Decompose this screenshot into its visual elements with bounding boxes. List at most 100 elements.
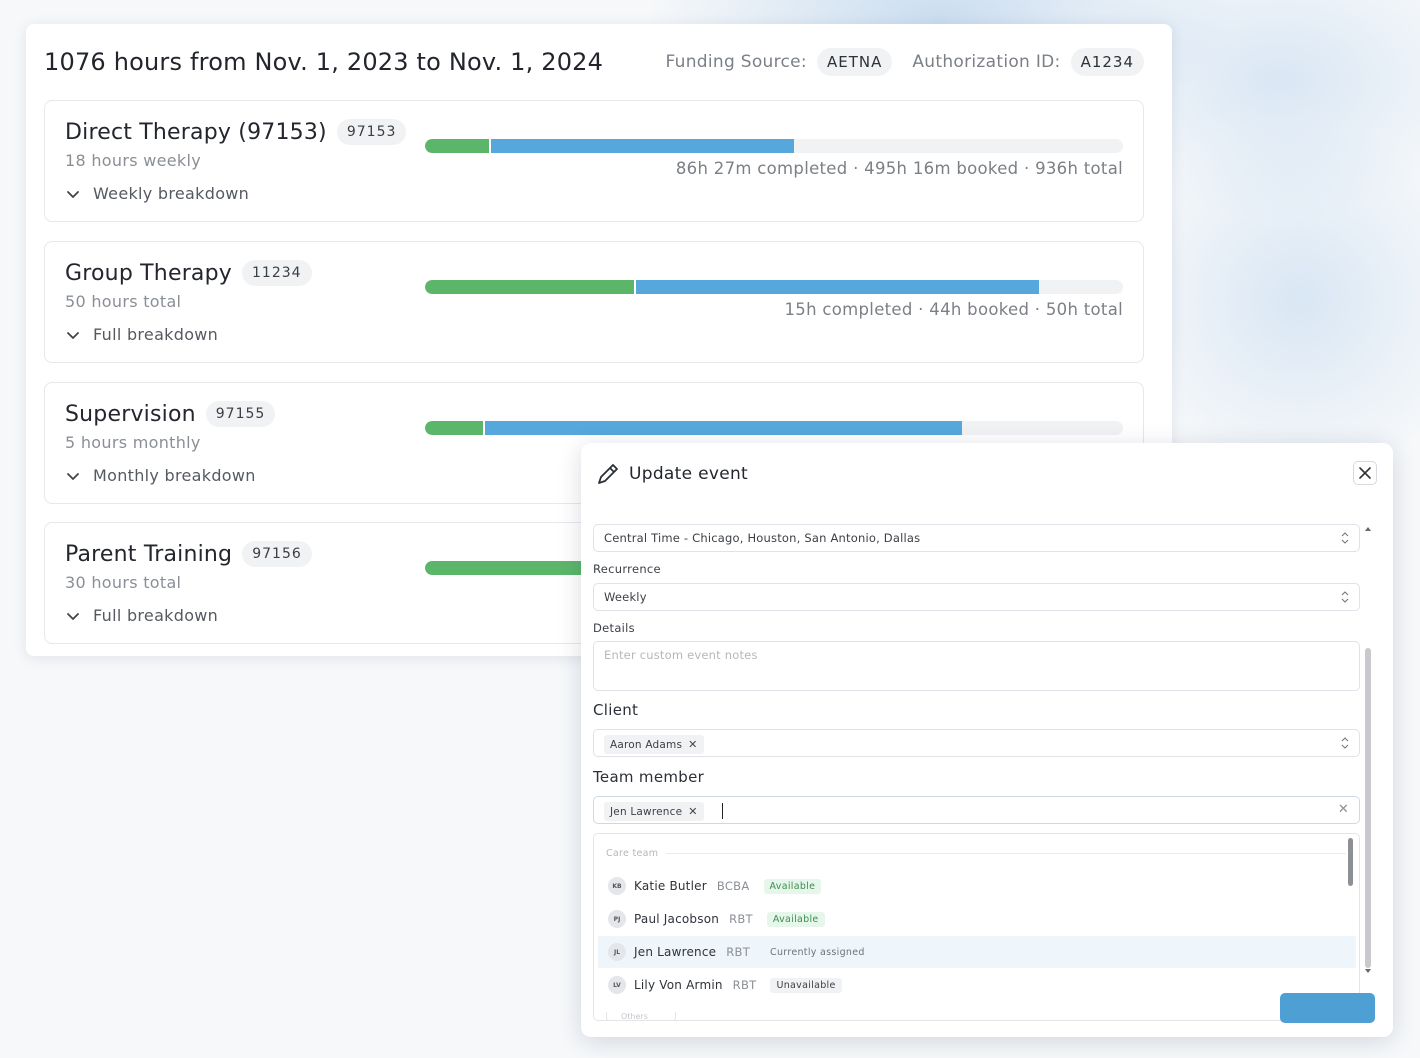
- breakdown-toggle[interactable]: Full breakdown: [65, 325, 218, 344]
- details-label: Details: [593, 621, 635, 635]
- service-stats: 15h completed · 44h booked · 50h total: [784, 300, 1123, 319]
- chevron-down-icon: [67, 190, 79, 198]
- service-frequency: 30 hours total: [65, 573, 182, 592]
- booked-segment: [634, 280, 1040, 294]
- person-name: Paul Jacobson: [634, 912, 720, 926]
- breakdown-toggle-label: Full breakdown: [93, 606, 219, 625]
- person-name: Jen Lawrence: [634, 945, 717, 959]
- modal-scrollbar-thumb[interactable]: [1365, 648, 1371, 968]
- completed-segment: [425, 421, 483, 435]
- dropdown-group-label: Care team: [606, 848, 1346, 859]
- dropdown-scrollbar[interactable]: [1348, 838, 1353, 886]
- service-code-badge: 97156: [242, 541, 312, 567]
- service-code-badge: 97153: [336, 119, 407, 145]
- team-member-dropdown: Care team KB Katie Butler BCBA Available…: [593, 833, 1360, 1021]
- breakdown-toggle[interactable]: Full breakdown: [65, 606, 218, 625]
- updown-icon: [1341, 737, 1349, 749]
- service-frequency: 50 hours total: [65, 292, 182, 311]
- team-option-selected[interactable]: JL Jen Lawrence RBT Currently assigned: [598, 936, 1356, 968]
- breakdown-toggle[interactable]: Weekly breakdown: [65, 184, 249, 203]
- service-direct-therapy: Direct Therapy (97153) 97153 18 hours wee…: [44, 100, 1144, 222]
- team-member-tag-label: Jen Lawrence: [610, 805, 683, 818]
- breakdown-toggle-label: Monthly breakdown: [93, 466, 256, 485]
- team-option[interactable]: KB Katie Butler BCBA Available: [598, 870, 1356, 902]
- authorization-id-label: Authorization ID:: [912, 52, 1061, 72]
- pencil-icon: [598, 464, 618, 484]
- client-tag: Aaron Adams ✕: [604, 735, 704, 754]
- recurrence-label: Recurrence: [593, 562, 661, 576]
- x-icon[interactable]: ✕: [688, 805, 697, 818]
- service-code-badge: 97155: [205, 401, 276, 427]
- modal-header: Update event: [595, 461, 748, 487]
- progress-bar: [425, 421, 1123, 435]
- service-name: Group Therapy: [65, 261, 232, 286]
- card-header: 1076 hours from Nov. 1, 2023 to Nov. 1, …: [44, 46, 1144, 82]
- status-badge: Currently assigned: [770, 946, 865, 958]
- person-role: BCBA: [716, 879, 750, 893]
- recurrence-value: Weekly: [604, 590, 647, 604]
- divider: [666, 853, 1346, 854]
- status-badge: Unavailable: [770, 977, 842, 993]
- recurrence-select[interactable]: Weekly: [593, 583, 1360, 611]
- group-label-text: Care team: [606, 848, 659, 859]
- details-placeholder: Enter custom event notes: [604, 648, 758, 662]
- avatar: KB: [608, 877, 626, 895]
- service-code-badge: 11234: [242, 260, 312, 286]
- funding-source-chip: AETNA: [816, 48, 893, 76]
- breakdown-toggle[interactable]: Monthly breakdown: [65, 466, 256, 485]
- authorization-id-chip: A1234: [1070, 48, 1144, 76]
- others-group-label: Others: [606, 1012, 676, 1020]
- updown-icon: [1341, 591, 1349, 603]
- details-textarea[interactable]: Enter custom event notes: [593, 641, 1360, 691]
- chevron-down-icon: [67, 612, 79, 620]
- authorization-title: 1076 hours from Nov. 1, 2023 to Nov. 1, …: [44, 48, 604, 76]
- progress-bar: [425, 139, 1123, 153]
- status-badge: Available: [763, 878, 822, 894]
- avatar: JL: [608, 943, 626, 961]
- service-name: Supervision: [65, 402, 196, 427]
- chevron-down-icon: [67, 472, 79, 480]
- avatar: LV: [608, 976, 626, 994]
- funding-source-label: Funding Source:: [665, 52, 807, 72]
- clear-icon[interactable]: ✕: [1338, 802, 1349, 817]
- timezone-select[interactable]: Central Time - Chicago, Houston, San Ant…: [593, 524, 1360, 552]
- service-stats: 86h 27m completed · 495h 16m booked · 93…: [675, 159, 1123, 178]
- breakdown-toggle-label: Weekly breakdown: [93, 184, 250, 203]
- avatar: PJ: [608, 910, 626, 928]
- authorization-meta: Funding Source: AETNA Authorization ID: …: [665, 48, 1144, 76]
- close-button[interactable]: [1353, 461, 1377, 485]
- person-name: Lily Von Armin: [634, 978, 723, 992]
- timezone-value: Central Time - Chicago, Houston, San Ant…: [604, 531, 921, 545]
- team-member-input[interactable]: Jen Lawrence ✕ ✕: [593, 796, 1360, 824]
- service-name: Parent Training: [65, 542, 233, 567]
- client-tag-label: Aaron Adams: [610, 738, 683, 751]
- team-member-tag: Jen Lawrence ✕: [604, 802, 704, 821]
- scroll-down-icon[interactable]: [1365, 969, 1371, 973]
- save-button[interactable]: [1280, 993, 1375, 1023]
- scroll-up-icon[interactable]: [1365, 527, 1371, 531]
- client-select[interactable]: Aaron Adams ✕: [593, 729, 1360, 757]
- x-icon[interactable]: ✕: [688, 738, 697, 751]
- team-member-label: Team member: [593, 768, 705, 786]
- text-cursor: [721, 803, 724, 819]
- completed-segment: [425, 139, 490, 153]
- team-option[interactable]: LV Lily Von Armin RBT Unavailable: [598, 969, 1356, 1001]
- service-group-therapy: Group Therapy 11234 50 hours total Full b…: [44, 241, 1144, 363]
- client-label: Client: [593, 701, 639, 719]
- update-event-modal: Update event Central Time - Chicago, Hou…: [581, 443, 1393, 1037]
- person-name: Katie Butler: [634, 879, 707, 893]
- booked-segment: [482, 421, 963, 435]
- service-name: Direct Therapy (97153): [65, 120, 327, 145]
- team-option[interactable]: PJ Paul Jacobson RBT Available: [598, 903, 1356, 935]
- person-role: RBT: [732, 978, 757, 992]
- person-role: RBT: [729, 912, 753, 926]
- booked-segment: [489, 139, 795, 153]
- chevron-down-icon: [67, 331, 79, 339]
- breakdown-toggle-label: Full breakdown: [93, 325, 219, 344]
- close-icon: [1359, 467, 1371, 479]
- modal-title: Update event: [629, 464, 748, 484]
- progress-bar: [425, 280, 1123, 294]
- updown-icon: [1341, 532, 1349, 544]
- status-badge: Available: [766, 911, 825, 927]
- service-frequency: 5 hours monthly: [65, 433, 201, 452]
